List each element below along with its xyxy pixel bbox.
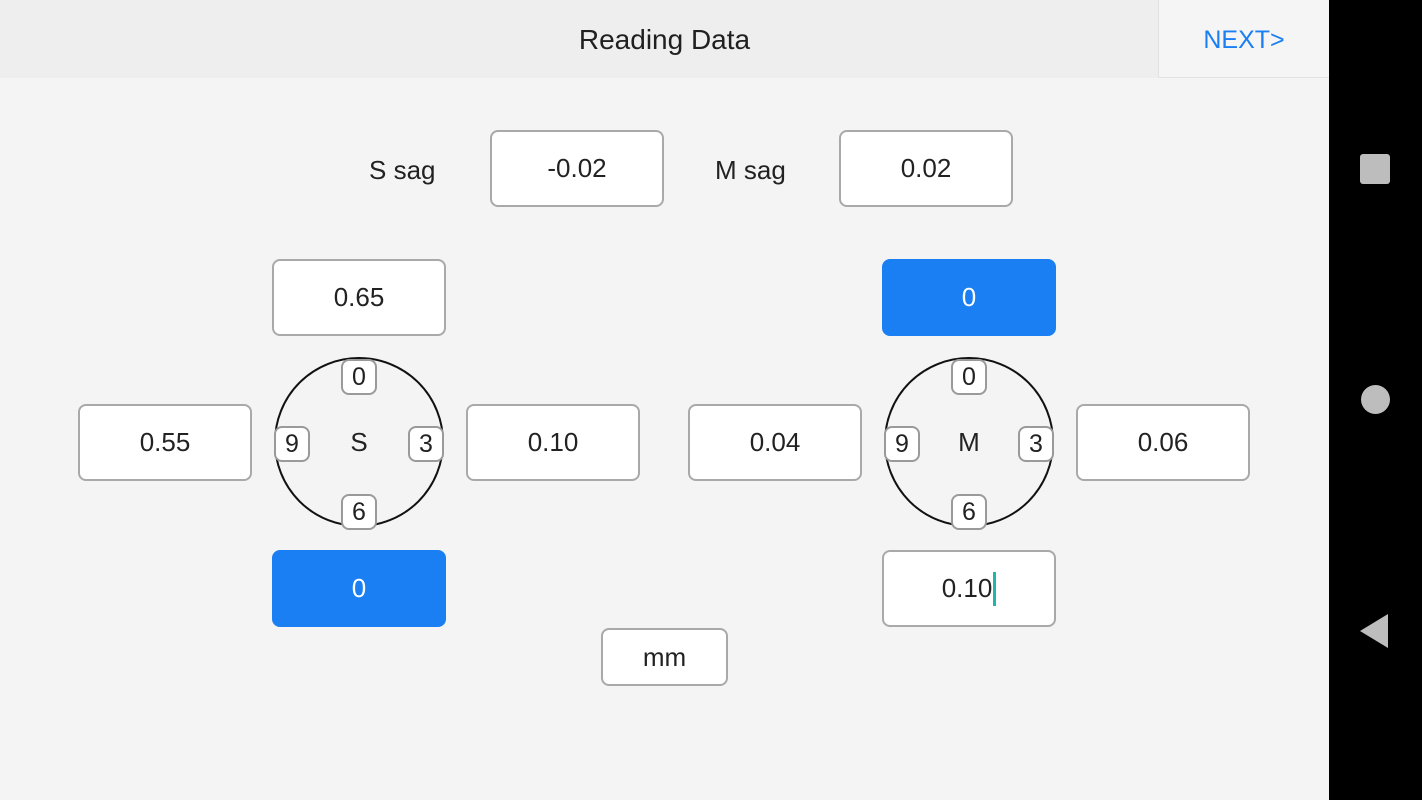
s-dial-tick-3: 3 [408, 426, 444, 462]
m-dial-tick-9: 9 [884, 426, 920, 462]
m-sag-label: M sag [715, 155, 786, 185]
s-sag-value: -0.02 [547, 153, 607, 183]
s-right-input[interactable]: 0.10 [466, 404, 640, 481]
s-dial-tick-6: 6 [341, 494, 377, 530]
s-top-input[interactable]: 0.65 [272, 259, 446, 336]
m-right-value: 0.06 [1137, 427, 1189, 457]
m-sag-value: 0.02 [900, 153, 952, 183]
m-sag-input[interactable]: 0.02 [839, 130, 1013, 207]
s-left-value: 0.55 [139, 427, 191, 457]
m-bottom-input[interactable]: 0.10 [882, 550, 1056, 627]
s-dial-tick-9: 9 [274, 426, 310, 462]
m-dial-tick-3: 3 [1018, 426, 1054, 462]
m-dial-tick-6: 6 [951, 494, 987, 530]
s-dial: S 0 3 6 9 [274, 357, 444, 530]
s-sag-input[interactable]: -0.02 [490, 130, 664, 207]
s-top-value: 0.65 [333, 282, 385, 312]
s-dial-tick-0: 0 [341, 359, 377, 395]
unit-label: mm [642, 641, 687, 672]
next-button[interactable]: NEXT> [1158, 0, 1329, 78]
m-top-input[interactable]: 0 [882, 259, 1056, 336]
triangle-back-icon[interactable] [1360, 614, 1388, 648]
unit-toggle-button[interactable]: mm [601, 628, 728, 686]
m-top-value: 0 [961, 282, 977, 312]
s-left-input[interactable]: 0.55 [78, 404, 252, 481]
s-bottom-input[interactable]: 0 [272, 550, 446, 627]
m-right-input[interactable]: 0.06 [1076, 404, 1250, 481]
square-icon[interactable] [1360, 154, 1390, 184]
s-sag-label: S sag [369, 155, 436, 185]
s-bottom-value: 0 [351, 573, 367, 603]
system-navigation-bar [1329, 0, 1422, 800]
page-title: Reading Data [578, 24, 751, 55]
app-header: Reading Data NEXT> [0, 0, 1329, 78]
m-left-input[interactable]: 0.04 [688, 404, 862, 481]
m-dial: M 0 3 6 9 [884, 357, 1054, 530]
app-window: Reading Data NEXT> S sag -0.02 M sag 0.0… [0, 0, 1329, 800]
m-left-value: 0.04 [749, 427, 801, 457]
circle-icon[interactable] [1361, 385, 1390, 414]
m-dial-tick-0: 0 [951, 359, 987, 395]
text-caret [993, 571, 997, 606]
s-right-value: 0.10 [527, 427, 579, 457]
m-bottom-value: 0.10 [941, 573, 993, 603]
